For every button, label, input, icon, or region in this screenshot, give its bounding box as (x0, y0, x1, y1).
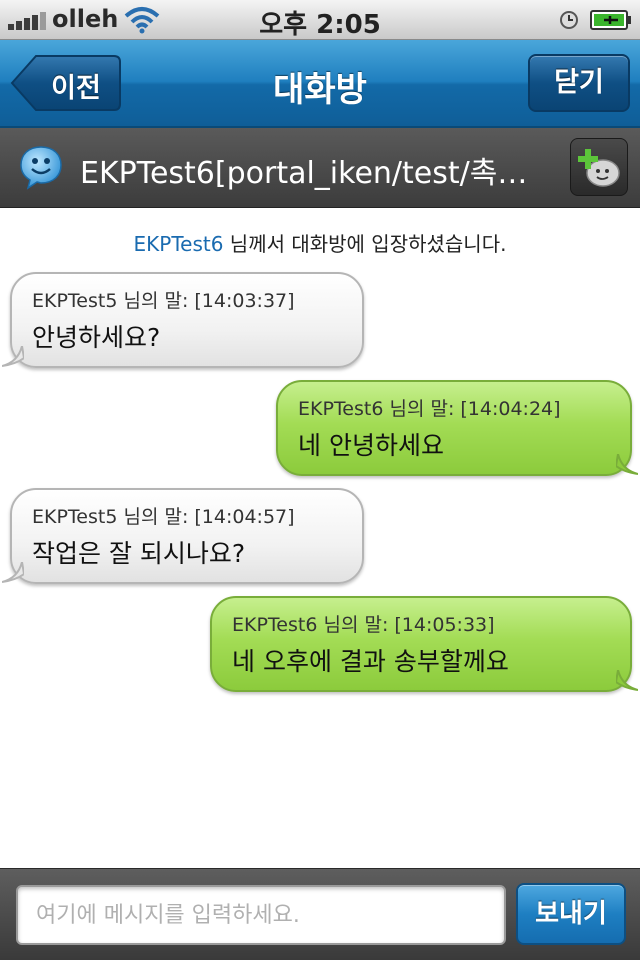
chat-smiley-icon (20, 146, 62, 190)
message-text: 네 오후에 결과 송부할께요 (232, 647, 509, 676)
bubble-tail-icon (2, 562, 24, 583)
add-participant-icon (578, 149, 620, 187)
message-compose-bar: 보내기 (0, 868, 640, 960)
add-participant-button[interactable] (570, 138, 628, 196)
message-meta: EKPTest6 님의 말: [14:05:33] (232, 614, 495, 636)
send-button[interactable]: 보내기 (516, 883, 626, 945)
notice-username: EKPTest6 (133, 232, 224, 256)
message-meta: EKPTest5 님의 말: [14:04:57] (32, 506, 295, 528)
chat-room-title: EKPTest6[portal_iken/test/촉… (80, 156, 528, 191)
message-text: 안녕하세요? (32, 323, 161, 352)
message-text: 네 안녕하세요 (298, 431, 444, 460)
message-meta: EKPTest5 님의 말: [14:03:37] (32, 290, 295, 312)
message-bubble-sent: EKPTest6 님의 말: [14:04:24] 네 안녕하세요 (276, 380, 632, 476)
close-button[interactable]: 닫기 (528, 54, 630, 112)
alarm-clock-icon (560, 11, 578, 29)
status-time: 오후 2:05 (259, 10, 381, 40)
message-bubble-received: EKPTest5 님의 말: [14:04:57] 작업은 잘 되시나요? (10, 488, 364, 584)
system-notice: EKPTest6 님께서 대화방에 입장하셨습니다. (0, 228, 640, 257)
message-meta: EKPTest6 님의 말: [14:04:24] (298, 398, 561, 420)
message-text: 작업은 잘 되시나요? (32, 539, 246, 568)
chat-room-header: EKPTest6[portal_iken/test/촉… (0, 128, 640, 208)
bubble-tail-icon (616, 670, 638, 691)
battery-charging-icon (590, 10, 631, 30)
chat-message-area[interactable]: EKPTest6 님께서 대화방에 입장하셨습니다. EKPTest5 님의 말… (0, 208, 640, 868)
navigation-bar: 이전 대화방 닫기 (0, 40, 640, 128)
message-bubble-sent: EKPTest6 님의 말: [14:05:33] 네 오후에 결과 송부할께요 (210, 596, 632, 692)
message-input[interactable] (16, 885, 506, 945)
status-bar: olleh 오후 2:05 (0, 0, 640, 40)
message-bubble-received: EKPTest5 님의 말: [14:03:37] 안녕하세요? (10, 272, 364, 368)
bubble-tail-icon (2, 346, 24, 367)
notice-text: 님께서 대화방에 입장하셨습니다. (223, 232, 507, 256)
bubble-tail-icon (616, 454, 638, 475)
